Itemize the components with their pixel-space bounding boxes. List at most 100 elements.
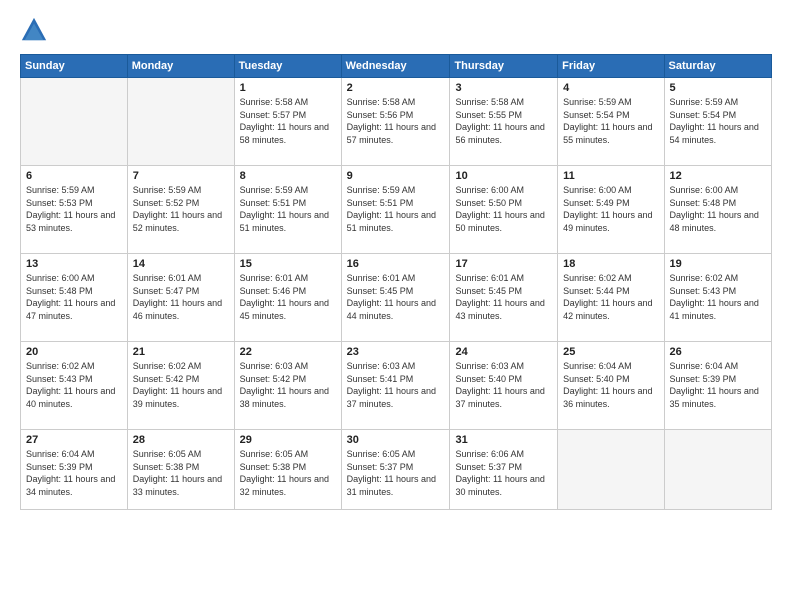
calendar-cell: 12 Sunrise: 6:00 AM Sunset: 5:48 PM Dayli…: [664, 166, 771, 254]
calendar-cell: 27 Sunrise: 6:04 AM Sunset: 5:39 PM Dayli…: [21, 430, 128, 510]
day-info: Sunrise: 6:05 AM Sunset: 5:37 PM Dayligh…: [347, 448, 445, 498]
calendar-cell: 1 Sunrise: 5:58 AM Sunset: 5:57 PM Daylig…: [234, 78, 341, 166]
calendar-cell: 25Sunrise: 6:04 AM Sunset: 5:40 PM Dayli…: [558, 342, 664, 430]
day-info: Sunrise: 5:59 AM Sunset: 5:54 PM Dayligh…: [563, 96, 658, 146]
calendar-week-row: 13 Sunrise: 6:00 AM Sunset: 5:48 PM Dayli…: [21, 254, 772, 342]
day-number: 18: [563, 258, 658, 270]
day-info: Sunrise: 6:00 AM Sunset: 5:48 PM Dayligh…: [26, 272, 122, 322]
day-info: Sunrise: 6:02 AM Sunset: 5:44 PM Dayligh…: [563, 272, 658, 322]
day-info: Sunrise: 6:02 AM Sunset: 5:43 PM Dayligh…: [26, 360, 122, 410]
day-number: 19: [670, 258, 766, 270]
day-info: Sunrise: 5:59 AM Sunset: 5:51 PM Dayligh…: [347, 184, 445, 234]
calendar-week-row: 27 Sunrise: 6:04 AM Sunset: 5:39 PM Dayli…: [21, 430, 772, 510]
day-number: 5: [670, 82, 766, 94]
logo-icon: [20, 16, 48, 44]
day-number: 20: [26, 346, 122, 358]
day-info: Sunrise: 5:59 AM Sunset: 5:54 PM Dayligh…: [670, 96, 766, 146]
day-info: Sunrise: 6:01 AM Sunset: 5:47 PM Dayligh…: [133, 272, 229, 322]
day-info: Sunrise: 5:58 AM Sunset: 5:57 PM Dayligh…: [240, 96, 336, 146]
weekday-header-tuesday: Tuesday: [234, 55, 341, 78]
day-number: 28: [133, 434, 229, 446]
day-number: 16: [347, 258, 445, 270]
weekday-header-thursday: Thursday: [450, 55, 558, 78]
calendar-cell: 29 Sunrise: 6:05 AM Sunset: 5:38 PM Dayli…: [234, 430, 341, 510]
calendar-cell: 7Sunrise: 5:59 AM Sunset: 5:52 PM Daylig…: [127, 166, 234, 254]
day-number: 21: [133, 346, 229, 358]
calendar-cell: [558, 430, 664, 510]
day-info: Sunrise: 6:01 AM Sunset: 5:45 PM Dayligh…: [347, 272, 445, 322]
day-number: 23: [347, 346, 445, 358]
calendar-week-row: 6Sunrise: 5:59 AM Sunset: 5:53 PM Daylig…: [21, 166, 772, 254]
calendar-cell: 16 Sunrise: 6:01 AM Sunset: 5:45 PM Dayli…: [341, 254, 450, 342]
calendar-cell: 21 Sunrise: 6:02 AM Sunset: 5:42 PM Dayli…: [127, 342, 234, 430]
day-info: Sunrise: 6:00 AM Sunset: 5:49 PM Dayligh…: [563, 184, 658, 234]
calendar-week-row: 1 Sunrise: 5:58 AM Sunset: 5:57 PM Daylig…: [21, 78, 772, 166]
calendar-cell: 24 Sunrise: 6:03 AM Sunset: 5:40 PM Dayli…: [450, 342, 558, 430]
weekday-header-monday: Monday: [127, 55, 234, 78]
day-number: 29: [240, 434, 336, 446]
weekday-header-friday: Friday: [558, 55, 664, 78]
day-info: Sunrise: 5:59 AM Sunset: 5:51 PM Dayligh…: [240, 184, 336, 234]
day-info: Sunrise: 6:05 AM Sunset: 5:38 PM Dayligh…: [133, 448, 229, 498]
day-info: Sunrise: 6:05 AM Sunset: 5:38 PM Dayligh…: [240, 448, 336, 498]
day-info: Sunrise: 6:02 AM Sunset: 5:43 PM Dayligh…: [670, 272, 766, 322]
calendar-cell: 19 Sunrise: 6:02 AM Sunset: 5:43 PM Dayli…: [664, 254, 771, 342]
day-info: Sunrise: 6:00 AM Sunset: 5:50 PM Dayligh…: [455, 184, 552, 234]
calendar-cell: 13 Sunrise: 6:00 AM Sunset: 5:48 PM Dayli…: [21, 254, 128, 342]
day-number: 25: [563, 346, 658, 358]
calendar-cell: 2 Sunrise: 5:58 AM Sunset: 5:56 PM Daylig…: [341, 78, 450, 166]
day-number: 12: [670, 170, 766, 182]
calendar-cell: 23 Sunrise: 6:03 AM Sunset: 5:41 PM Dayli…: [341, 342, 450, 430]
header: [20, 16, 772, 44]
calendar-cell: [21, 78, 128, 166]
calendar-table: SundayMondayTuesdayWednesdayThursdayFrid…: [20, 54, 772, 510]
day-info: Sunrise: 5:58 AM Sunset: 5:56 PM Dayligh…: [347, 96, 445, 146]
day-number: 27: [26, 434, 122, 446]
day-number: 3: [455, 82, 552, 94]
calendar-cell: 30Sunrise: 6:05 AM Sunset: 5:37 PM Dayli…: [341, 430, 450, 510]
calendar-cell: 4 Sunrise: 5:59 AM Sunset: 5:54 PM Daylig…: [558, 78, 664, 166]
calendar-cell: 31Sunrise: 6:06 AM Sunset: 5:37 PM Dayli…: [450, 430, 558, 510]
day-number: 14: [133, 258, 229, 270]
day-info: Sunrise: 6:06 AM Sunset: 5:37 PM Dayligh…: [455, 448, 552, 498]
day-info: Sunrise: 6:04 AM Sunset: 5:39 PM Dayligh…: [26, 448, 122, 498]
day-info: Sunrise: 6:00 AM Sunset: 5:48 PM Dayligh…: [670, 184, 766, 234]
day-number: 4: [563, 82, 658, 94]
day-number: 13: [26, 258, 122, 270]
calendar-cell: 8 Sunrise: 5:59 AM Sunset: 5:51 PM Daylig…: [234, 166, 341, 254]
calendar-cell: [127, 78, 234, 166]
day-number: 22: [240, 346, 336, 358]
calendar-cell: 10 Sunrise: 6:00 AM Sunset: 5:50 PM Dayli…: [450, 166, 558, 254]
day-number: 24: [455, 346, 552, 358]
day-info: Sunrise: 6:02 AM Sunset: 5:42 PM Dayligh…: [133, 360, 229, 410]
day-info: Sunrise: 5:58 AM Sunset: 5:55 PM Dayligh…: [455, 96, 552, 146]
day-info: Sunrise: 6:03 AM Sunset: 5:41 PM Dayligh…: [347, 360, 445, 410]
day-number: 7: [133, 170, 229, 182]
day-info: Sunrise: 6:03 AM Sunset: 5:40 PM Dayligh…: [455, 360, 552, 410]
calendar-cell: 26Sunrise: 6:04 AM Sunset: 5:39 PM Dayli…: [664, 342, 771, 430]
day-number: 1: [240, 82, 336, 94]
calendar-cell: 6Sunrise: 5:59 AM Sunset: 5:53 PM Daylig…: [21, 166, 128, 254]
calendar-cell: [664, 430, 771, 510]
day-info: Sunrise: 6:03 AM Sunset: 5:42 PM Dayligh…: [240, 360, 336, 410]
day-info: Sunrise: 6:01 AM Sunset: 5:46 PM Dayligh…: [240, 272, 336, 322]
day-number: 2: [347, 82, 445, 94]
day-number: 10: [455, 170, 552, 182]
calendar-header-row: SundayMondayTuesdayWednesdayThursdayFrid…: [21, 55, 772, 78]
weekday-header-saturday: Saturday: [664, 55, 771, 78]
day-number: 6: [26, 170, 122, 182]
calendar-cell: 15 Sunrise: 6:01 AM Sunset: 5:46 PM Dayli…: [234, 254, 341, 342]
calendar-cell: 5 Sunrise: 5:59 AM Sunset: 5:54 PM Daylig…: [664, 78, 771, 166]
calendar-page: SundayMondayTuesdayWednesdayThursdayFrid…: [0, 0, 792, 612]
day-info: Sunrise: 6:04 AM Sunset: 5:39 PM Dayligh…: [670, 360, 766, 410]
day-number: 8: [240, 170, 336, 182]
calendar-cell: 3 Sunrise: 5:58 AM Sunset: 5:55 PM Daylig…: [450, 78, 558, 166]
calendar-cell: 28 Sunrise: 6:05 AM Sunset: 5:38 PM Dayli…: [127, 430, 234, 510]
day-number: 15: [240, 258, 336, 270]
weekday-header-sunday: Sunday: [21, 55, 128, 78]
day-number: 9: [347, 170, 445, 182]
calendar-cell: 14 Sunrise: 6:01 AM Sunset: 5:47 PM Dayli…: [127, 254, 234, 342]
calendar-cell: 17Sunrise: 6:01 AM Sunset: 5:45 PM Dayli…: [450, 254, 558, 342]
day-info: Sunrise: 6:01 AM Sunset: 5:45 PM Dayligh…: [455, 272, 552, 322]
calendar-week-row: 20 Sunrise: 6:02 AM Sunset: 5:43 PM Dayli…: [21, 342, 772, 430]
